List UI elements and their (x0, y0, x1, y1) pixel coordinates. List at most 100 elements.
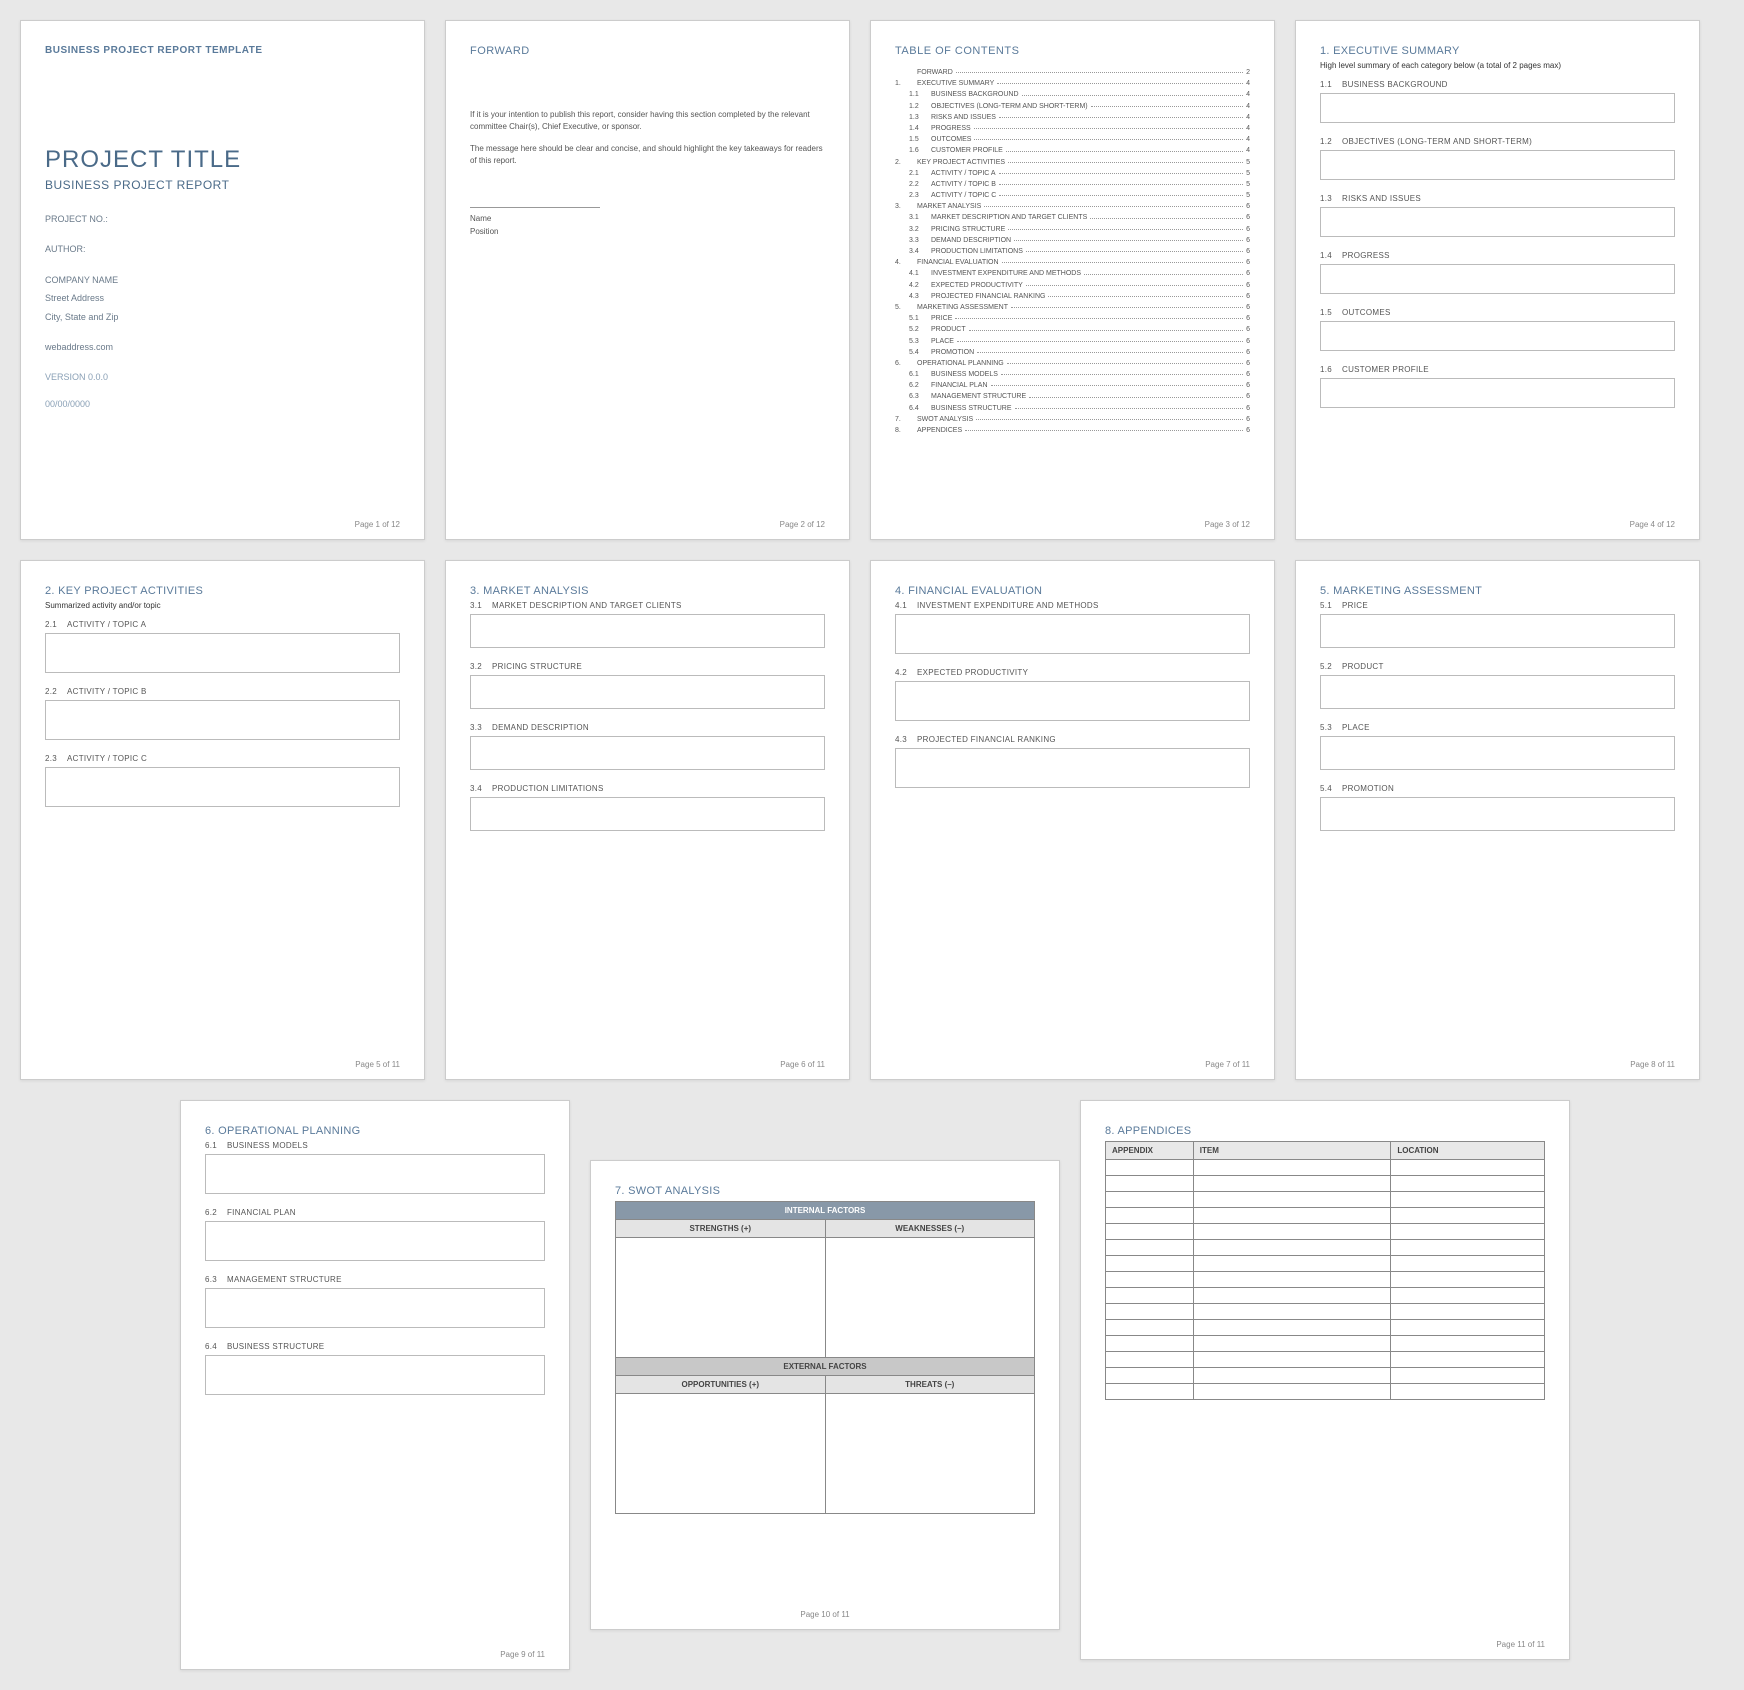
template-header: BUSINESS PROJECT REPORT TEMPLATE (45, 45, 400, 56)
toc-page: 6 (1246, 246, 1250, 257)
toc-num: 1. (895, 78, 917, 89)
toc-label: EXPECTED PRODUCTIVITY (931, 280, 1023, 291)
subsection-label: 3.4PRODUCTION LIMITATIONS (470, 784, 825, 793)
date: 00/00/0000 (45, 397, 400, 411)
toc-entry: 5.1PRICE6 (895, 313, 1250, 324)
page-3: TABLE OF CONTENTS FORWARD21.EXECUTIVE SU… (870, 20, 1275, 540)
toc-entry: 5.2PRODUCT6 (895, 324, 1250, 335)
toc-num: 6. (895, 358, 917, 369)
input-field-box (1320, 736, 1675, 770)
toc-entry: FORWARD2 (895, 67, 1250, 78)
toc-num: 1.3 (909, 112, 931, 123)
toc-num: 5.1 (909, 313, 931, 324)
project-no-label: PROJECT NO.: (45, 212, 400, 226)
toc-dots (991, 385, 1244, 386)
toc-label: PROGRESS (931, 123, 971, 134)
page-footer: Page 1 of 12 (355, 520, 400, 529)
toc-page: 6 (1246, 425, 1250, 436)
toc-entry: 1.5OUTCOMES4 (895, 134, 1250, 145)
forward-para-2: The message here should be clear and con… (470, 143, 825, 167)
toc-num: 2.1 (909, 168, 931, 179)
toc-entry: 2.KEY PROJECT ACTIVITIES5 (895, 157, 1250, 168)
toc-dots (1015, 408, 1244, 409)
toc-entry: 6.1BUSINESS MODELS6 (895, 369, 1250, 380)
toc-num: 3.3 (909, 235, 931, 246)
toc-dots (999, 195, 1243, 196)
input-field-box (470, 736, 825, 770)
swot-opportunities-cell (616, 1394, 826, 1514)
item-col-header: ITEM (1193, 1142, 1391, 1160)
toc-label: DEMAND DESCRIPTION (931, 235, 1011, 246)
table-row (1106, 1384, 1545, 1400)
table-row (1106, 1240, 1545, 1256)
toc-label: FINANCIAL PLAN (931, 380, 988, 391)
swot-threats-header: THREATS (–) (825, 1376, 1035, 1394)
toc-page: 4 (1246, 123, 1250, 134)
subsection-list: 4.1INVESTMENT EXPENDITURE AND METHODS4.2… (895, 601, 1250, 802)
toc-dots (1026, 285, 1243, 286)
subsection-list: 2.1ACTIVITY / TOPIC A2.2ACTIVITY / TOPIC… (45, 620, 400, 821)
input-field-box (45, 767, 400, 807)
subsection-label: 1.1BUSINESS BACKGROUND (1320, 80, 1675, 89)
toc-label: RISKS AND ISSUES (931, 112, 996, 123)
toc-label: ACTIVITY / TOPIC B (931, 179, 996, 190)
toc-label: PRODUCTION LIMITATIONS (931, 246, 1023, 257)
toc-num: 5.3 (909, 336, 931, 347)
toc-dots (1007, 363, 1243, 364)
subsection-list: 5.1PRICE5.2PRODUCT5.3PLACE5.4PROMOTION (1320, 601, 1675, 845)
toc-label: MARKETING ASSESSMENT (917, 302, 1008, 313)
toc-page: 6 (1246, 280, 1250, 291)
toc-label: PRODUCT (931, 324, 966, 335)
toc-label: EXECUTIVE SUMMARY (917, 78, 994, 89)
toc-entry: 4.2EXPECTED PRODUCTIVITY6 (895, 280, 1250, 291)
toc-dots (1008, 229, 1243, 230)
toc-entry: 3.MARKET ANALYSIS6 (895, 201, 1250, 212)
meta-block: PROJECT NO.: AUTHOR: COMPANY NAME Street… (45, 212, 400, 415)
page-5: 2. KEY PROJECT ACTIVITIES Summarized act… (20, 560, 425, 1080)
toc-label: PLACE (931, 336, 954, 347)
page-footer: Page 5 of 11 (355, 1060, 400, 1069)
toc-num: 3.4 (909, 246, 931, 257)
subsection: 1.1BUSINESS BACKGROUND (1320, 80, 1675, 123)
section-title: 8. APPENDICES (1105, 1125, 1545, 1137)
appendix-col-header: APPENDIX (1106, 1142, 1194, 1160)
table-row (1106, 1336, 1545, 1352)
input-field-box (1320, 797, 1675, 831)
toc-page: 2 (1246, 67, 1250, 78)
toc-page: 6 (1246, 336, 1250, 347)
subsection: 6.3MANAGEMENT STRUCTURE (205, 1275, 545, 1328)
document-thumbnails: BUSINESS PROJECT REPORT TEMPLATE PROJECT… (20, 20, 1724, 1670)
toc-num: 1.1 (909, 89, 931, 100)
table-row (1106, 1160, 1545, 1176)
table-row (1106, 1368, 1545, 1384)
row-3: 6. OPERATIONAL PLANNING 6.1BUSINESS MODE… (20, 1100, 1724, 1670)
toc-entry: 1.4PROGRESS4 (895, 123, 1250, 134)
table-row (1106, 1288, 1545, 1304)
input-field-box (895, 681, 1250, 721)
toc-label: ACTIVITY / TOPIC A (931, 168, 996, 179)
toc-entry: 6.OPERATIONAL PLANNING6 (895, 358, 1250, 369)
toc-num: 3.1 (909, 212, 931, 223)
input-field-box (470, 675, 825, 709)
page-footer: Page 9 of 11 (500, 1650, 545, 1659)
toc-page: 5 (1246, 179, 1250, 190)
project-subtitle: BUSINESS PROJECT REPORT (45, 178, 400, 192)
subsection-label: 2.2ACTIVITY / TOPIC B (45, 687, 400, 696)
input-field-box (45, 633, 400, 673)
toc-page: 6 (1246, 268, 1250, 279)
swot-external-header: EXTERNAL FACTORS (616, 1358, 1035, 1376)
subsection-label: 5.4PROMOTION (1320, 784, 1675, 793)
toc-dots (999, 117, 1243, 118)
toc-page: 6 (1246, 224, 1250, 235)
toc-num: 7. (895, 414, 917, 425)
toc-page: 6 (1246, 235, 1250, 246)
toc-page: 6 (1246, 324, 1250, 335)
toc-entry: 6.3MANAGEMENT STRUCTURE6 (895, 391, 1250, 402)
input-field-box (1320, 321, 1675, 351)
toc-num: 2. (895, 157, 917, 168)
toc-dots (974, 128, 1243, 129)
page-footer: Page 8 of 11 (1630, 1060, 1675, 1069)
toc-page: 6 (1246, 369, 1250, 380)
toc-num: 2.2 (909, 179, 931, 190)
toc-entry: 8.APPENDICES6 (895, 425, 1250, 436)
